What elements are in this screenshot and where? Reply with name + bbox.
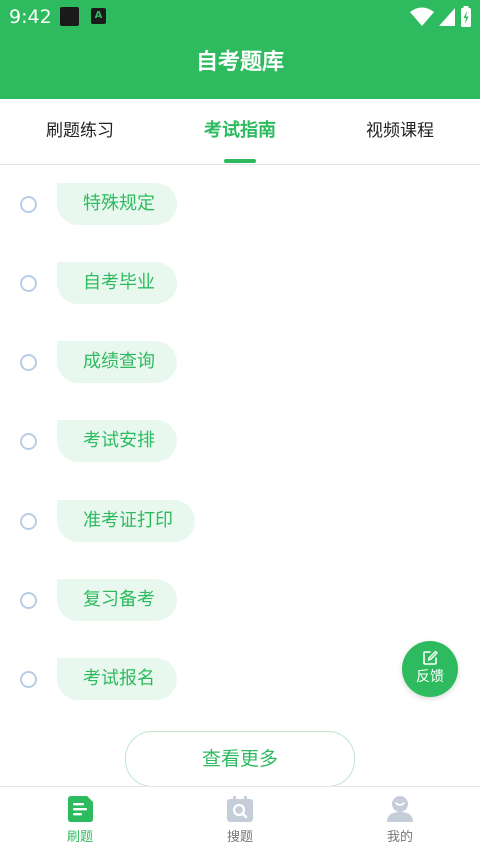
search-calendar-icon — [227, 796, 253, 822]
active-tab-indicator — [224, 159, 256, 163]
tab-video-courses[interactable]: 视频课程 — [320, 99, 480, 164]
guide-item-label[interactable]: 成绩查询 — [57, 341, 177, 383]
user-icon — [387, 796, 413, 822]
page-title: 自考题库 — [195, 50, 284, 75]
guide-item-label[interactable]: 考试安排 — [57, 420, 177, 462]
radio-circle-icon — [20, 671, 37, 688]
view-more-button[interactable]: 查看更多 — [125, 731, 355, 787]
nav-label: 搜题 — [226, 830, 253, 845]
nav-label: 我的 — [386, 830, 413, 845]
edit-icon — [423, 650, 438, 665]
guide-item-label[interactable]: 复习备考 — [57, 579, 177, 621]
feedback-label: 反馈 — [416, 669, 444, 685]
cellular-signal-icon — [439, 8, 455, 26]
guide-item-label[interactable]: 自考毕业 — [57, 262, 177, 304]
tab-practice[interactable]: 刷题练习 — [0, 99, 160, 164]
battery-icon — [461, 6, 471, 27]
radio-circle-icon — [20, 513, 37, 530]
radio-circle-icon — [20, 354, 37, 371]
wifi-icon — [410, 7, 434, 26]
list-item[interactable]: 考试安排 — [0, 420, 420, 462]
list-item[interactable]: 准考证打印 — [0, 500, 420, 542]
nav-item-search[interactable]: 搜题 — [160, 787, 320, 854]
status-time: 9:42 — [9, 6, 52, 28]
radio-circle-icon — [20, 196, 37, 213]
nav-item-practice[interactable]: 刷题 — [0, 787, 160, 854]
notification-square-icon — [60, 7, 79, 26]
bottom-navigation: 刷题 搜题 我的 — [0, 786, 480, 854]
app-header: 9:42 A 自考题库 — [0, 0, 480, 99]
list-item[interactable]: 复习备考 — [0, 579, 420, 621]
radio-circle-icon — [20, 592, 37, 609]
list-item[interactable]: 成绩查询 — [0, 341, 420, 383]
nav-label: 刷题 — [66, 830, 93, 845]
nav-item-profile[interactable]: 我的 — [320, 787, 480, 854]
status-bar: 9:42 A — [0, 0, 480, 34]
document-icon — [68, 796, 93, 822]
guide-item-label[interactable]: 准考证打印 — [57, 500, 195, 542]
radio-circle-icon — [20, 275, 37, 292]
tab-exam-guide[interactable]: 考试指南 — [160, 99, 320, 164]
status-icons — [406, 6, 472, 28]
notification-a-icon: A — [91, 8, 106, 24]
tab-bar: 刷题练习 考试指南 视频课程 — [0, 99, 480, 165]
guide-item-label[interactable]: 特殊规定 — [57, 183, 177, 225]
guide-item-label[interactable]: 考试报名 — [57, 658, 177, 700]
feedback-button[interactable]: 反馈 — [402, 641, 458, 697]
list-item[interactable]: 自考毕业 — [0, 262, 420, 304]
list-item[interactable]: 特殊规定 — [0, 183, 420, 225]
list-item[interactable]: 考试报名 — [0, 658, 420, 700]
radio-circle-icon — [20, 433, 37, 450]
